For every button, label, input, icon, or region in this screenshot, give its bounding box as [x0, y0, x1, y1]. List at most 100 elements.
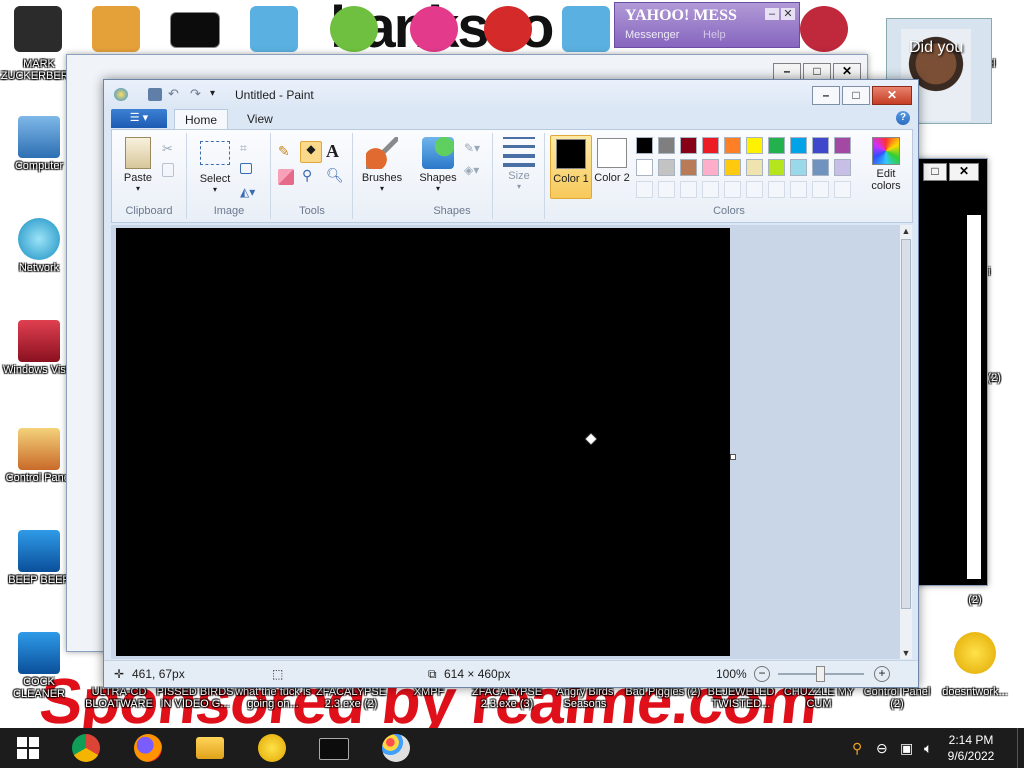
desktop-icon-bejeweled[interactable]: BEJEWELED TWISTED... — [702, 686, 780, 710]
taskbar-paint[interactable] — [372, 732, 420, 764]
palette-swatch-empty[interactable] — [658, 181, 675, 198]
save-icon[interactable] — [148, 88, 162, 101]
volume-tray-icon[interactable]: 🔈︎ — [924, 740, 932, 757]
undo-icon[interactable]: ↶ — [168, 87, 182, 101]
palette-swatch[interactable] — [636, 159, 653, 176]
desktop-icon-top-4[interactable] — [250, 6, 298, 52]
edit-colors-button[interactable]: Edit colors — [864, 137, 908, 192]
palette-swatch[interactable] — [768, 159, 785, 176]
palette-swatch[interactable] — [834, 159, 851, 176]
copy-icon[interactable] — [162, 163, 174, 177]
palette-swatch[interactable] — [790, 159, 807, 176]
brushes-button[interactable]: Brushes ▾ — [360, 137, 404, 193]
desktop-icon-pissed-birds[interactable]: PISSED BIRDS IN VIDEO G... — [156, 686, 234, 710]
yahoo-help-link[interactable]: Help — [703, 29, 726, 41]
palette-swatch[interactable] — [702, 137, 719, 154]
palette-swatch[interactable] — [680, 159, 697, 176]
text-icon[interactable]: A — [326, 141, 342, 161]
canvas-resize-handle-right[interactable] — [730, 454, 736, 460]
paint-titlebar[interactable]: ↶ ↷ ▾ Untitled - Paint – □ ✕ — [104, 80, 918, 110]
vertical-scrollbar[interactable]: ▲ ▼ — [900, 225, 912, 659]
tray-minus-icon[interactable]: ⊖ — [876, 740, 888, 757]
palette-swatch-empty[interactable] — [790, 181, 807, 198]
desktop-icon-control-panel-2[interactable]: Control Panel (2) — [858, 686, 936, 710]
maximize-button[interactable]: □ — [923, 163, 947, 181]
desktop-icon-top-cmd[interactable] — [170, 12, 220, 48]
eraser-icon[interactable] — [278, 169, 294, 185]
color1-button[interactable]: Color 1 — [550, 135, 592, 199]
desktop-icon-doesntwork[interactable]: doesntwork... — [936, 686, 1014, 698]
desktop-icon-top-2[interactable] — [92, 6, 140, 52]
network-tray-icon[interactable]: ▣ — [900, 740, 913, 757]
size-button[interactable]: Size ▾ — [500, 137, 538, 191]
tab-view[interactable]: View — [237, 109, 283, 129]
palette-swatch-empty[interactable] — [724, 181, 741, 198]
palette-swatch-empty[interactable] — [680, 181, 697, 198]
palette-swatch[interactable] — [724, 159, 741, 176]
paste-button[interactable]: Paste ▾ — [118, 137, 158, 193]
background-window-2[interactable]: □ ✕ — [916, 158, 988, 586]
palette-swatch[interactable] — [702, 159, 719, 176]
palette-swatch-empty[interactable] — [834, 181, 851, 198]
scrollbar-thumb[interactable] — [901, 239, 911, 609]
magnifier-icon[interactable]: 🔍︎ — [326, 167, 344, 183]
zoom-out-button[interactable]: − — [754, 666, 770, 682]
resize-icon[interactable] — [240, 163, 252, 174]
taskbar-yahoo-messenger[interactable] — [248, 732, 296, 764]
taskbar-file-explorer[interactable] — [186, 732, 234, 764]
palette-swatch[interactable] — [746, 159, 763, 176]
desktop-icon-top-8[interactable] — [562, 6, 610, 52]
palette-swatch[interactable] — [724, 137, 741, 154]
desktop-icon-yahoo[interactable] — [936, 632, 1014, 676]
fill-icon[interactable]: ◆ — [300, 141, 322, 163]
select-button[interactable]: Select ▾ — [194, 137, 236, 194]
palette-swatch[interactable] — [636, 137, 653, 154]
desktop-icon-angry-birds-seasons[interactable]: Angry Birds Seasons — [546, 686, 624, 710]
taskbar-chrome[interactable] — [62, 732, 110, 764]
close-button[interactable]: ✕ — [872, 86, 912, 105]
close-button[interactable]: ✕ — [949, 163, 979, 181]
paint-app-icon[interactable] — [114, 88, 128, 101]
palette-swatch[interactable] — [834, 137, 851, 154]
pencil-icon[interactable]: ✎ — [278, 143, 294, 159]
close-button[interactable]: ✕ — [781, 8, 795, 20]
zoom-slider-thumb[interactable] — [816, 666, 825, 682]
desktop-icon-chuzzle[interactable]: CHUZZLE MY CUM — [780, 686, 858, 710]
scroll-down-arrow-icon[interactable]: ▼ — [900, 647, 912, 659]
desktop-icon-right-4[interactable]: (2) — [936, 594, 1014, 606]
shape-fill-icon[interactable]: ◈▾ — [464, 163, 480, 179]
customize-quick-access-icon[interactable]: ▾ — [210, 88, 224, 101]
file-menu-button[interactable]: ☰ ▾ — [111, 109, 167, 128]
paint-window[interactable]: ↶ ↷ ▾ Untitled - Paint – □ ✕ ☰ ▾ Home View… — [103, 79, 919, 688]
desktop-icon-what-the[interactable]: what the fuck is going on... — [234, 686, 312, 710]
color-picker-icon[interactable]: ⚲ — [302, 167, 318, 183]
yahoo-messenger-link[interactable]: Messenger — [625, 29, 679, 41]
shapes-button[interactable]: Shapes ▾ — [416, 137, 460, 193]
help-icon[interactable]: ? — [896, 111, 910, 125]
desktop-icon-ultra-cd[interactable]: ULTRA-CD BLOATWARE — [80, 686, 158, 710]
taskbar-firefox[interactable] — [124, 732, 172, 764]
palette-swatch[interactable] — [658, 137, 675, 154]
desktop-icon-zfacalypse-2[interactable]: ZFACALYPSE 2.3.exe (2) — [312, 686, 390, 710]
minimize-button[interactable]: – — [812, 86, 840, 105]
palette-swatch-empty[interactable] — [812, 181, 829, 198]
redo-icon[interactable]: ↷ — [190, 87, 204, 101]
palette-swatch-empty[interactable] — [636, 181, 653, 198]
canvas-workspace[interactable] — [111, 225, 900, 659]
tab-home[interactable]: Home — [174, 109, 229, 130]
palette-swatch[interactable] — [790, 137, 807, 154]
rotate-icon[interactable]: ◭▾ — [240, 185, 256, 201]
palette-swatch-empty[interactable] — [702, 181, 719, 198]
tray-tool-icon[interactable]: ⚲ — [852, 740, 862, 757]
crop-icon[interactable]: ⌗ — [240, 141, 256, 157]
zoom-in-button[interactable]: + — [874, 666, 890, 682]
palette-swatch[interactable] — [812, 159, 829, 176]
outline-icon[interactable]: ✎▾ — [464, 141, 480, 157]
desktop-icon-top-devcpp[interactable] — [484, 6, 532, 52]
desktop-icon-top-bad-piggies[interactable] — [330, 6, 378, 52]
palette-swatch-empty[interactable] — [746, 181, 763, 198]
palette-swatch[interactable] — [768, 137, 785, 154]
desktop-icon-top-1[interactable] — [14, 6, 62, 52]
start-button[interactable] — [4, 732, 52, 764]
desktop-icon-top-pickit[interactable] — [410, 6, 458, 52]
